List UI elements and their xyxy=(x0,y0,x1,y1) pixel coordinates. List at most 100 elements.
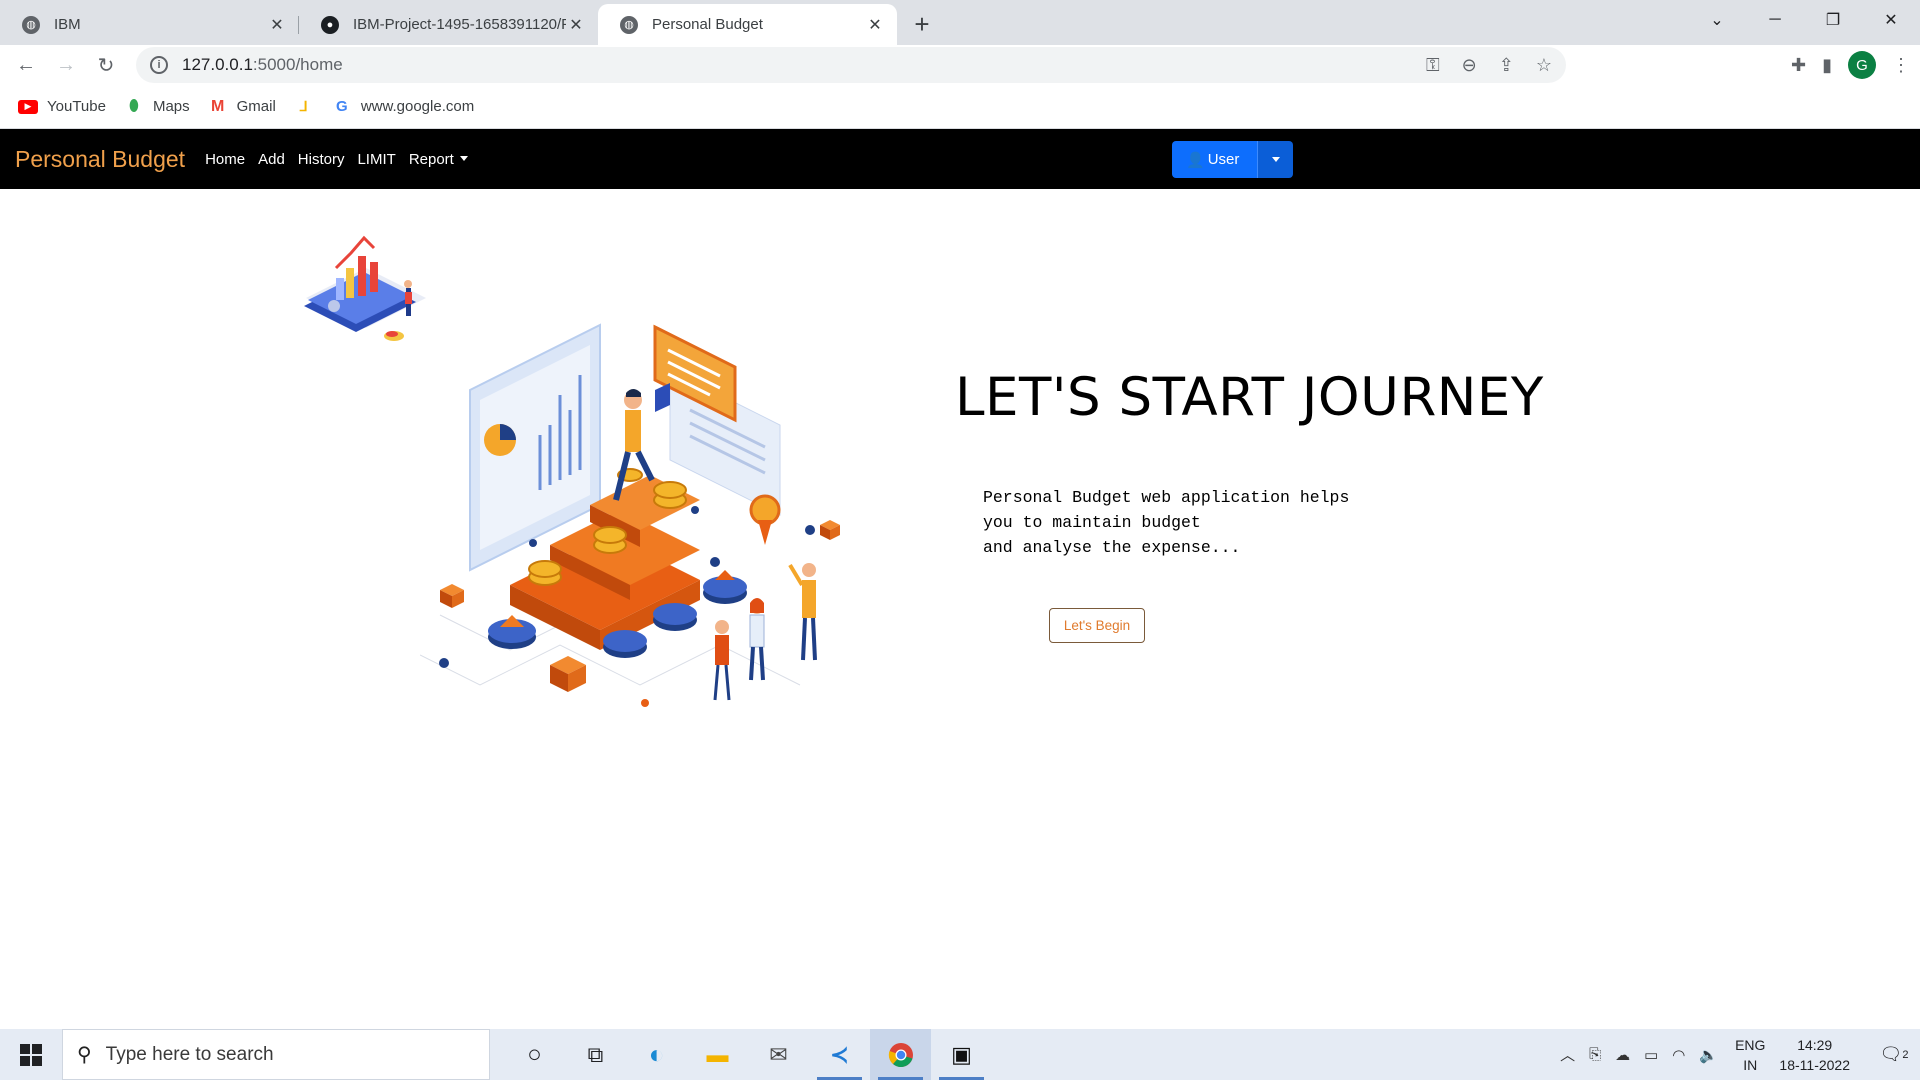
bookmark-label: www.google.com xyxy=(360,98,475,115)
terminal-icon[interactable]: ▣ xyxy=(931,1029,992,1080)
tab-strip: ◍ IBM ✕ ● IBM-Project-1495-1658391120/P … xyxy=(0,0,1920,45)
forward-button[interactable]: → xyxy=(46,47,86,83)
restore-button[interactable]: ❐ xyxy=(1804,0,1862,40)
minimize-button[interactable]: ─ xyxy=(1746,0,1804,40)
meet-icon[interactable]: ⎘ xyxy=(1589,1046,1601,1063)
nav-history[interactable]: History xyxy=(298,151,345,168)
hero-illustration xyxy=(420,323,840,707)
hero-title: LET'S START JOURNEY xyxy=(955,367,1544,428)
user-button-label: User xyxy=(1207,151,1240,168)
address-bar[interactable]: i 127.0.0.1:5000/home ⚿ ⊖ ⇪ ☆ xyxy=(136,47,1566,83)
bookmark-label: Gmail xyxy=(236,98,276,115)
menu-kebab-icon[interactable]: ⋮ xyxy=(1892,55,1910,76)
vscode-icon[interactable]: ≺ xyxy=(809,1029,870,1080)
tab-personal-budget[interactable]: ◍ Personal Budget ✕ xyxy=(598,4,897,45)
mail-icon[interactable]: ✉ xyxy=(748,1029,809,1080)
hero-line-1: Personal Budget web application helps xyxy=(983,488,1350,507)
tab-ibm[interactable]: ◍ IBM ✕ xyxy=(0,4,299,45)
tab-title: IBM-Project-1495-1658391120/P xyxy=(353,16,566,33)
side-panel-icon[interactable]: ▮ xyxy=(1822,55,1832,76)
close-tab-icon[interactable]: ✕ xyxy=(566,15,586,35)
key-icon[interactable]: ⚿ xyxy=(1426,55,1440,76)
small-chart-illustration xyxy=(304,235,426,341)
user-button-group: 👤 User xyxy=(1172,141,1294,178)
tab-title: IBM xyxy=(54,16,81,33)
google-icon: G xyxy=(335,98,348,115)
file-explorer-icon[interactable]: ▬ xyxy=(687,1029,748,1080)
close-tab-icon[interactable]: ✕ xyxy=(865,15,885,35)
taskbar-search-placeholder: Type here to search xyxy=(105,1043,274,1065)
battery-icon[interactable]: ▭ xyxy=(1644,1046,1658,1064)
reload-button[interactable]: ↻ xyxy=(86,47,126,83)
task-view-icon[interactable]: ⧉ xyxy=(565,1029,626,1080)
notification-icon[interactable]: 🗨 2 xyxy=(1874,1044,1914,1065)
user-button[interactable]: 👤 User xyxy=(1172,141,1258,178)
new-tab-button[interactable]: + xyxy=(897,4,947,45)
window-controls: ⌄ ─ ❐ ✕ xyxy=(1688,0,1920,40)
bookmark-google[interactable]: G www.google.com xyxy=(332,98,474,115)
back-button[interactable]: ← xyxy=(6,47,46,83)
extensions-icon[interactable]: ✚ xyxy=(1791,55,1806,76)
extension-area: ✚ ▮ G ⋮ xyxy=(1791,45,1910,85)
maps-icon: ⬮ xyxy=(128,97,139,115)
chrome-icon[interactable] xyxy=(870,1029,931,1080)
bookmark-youtube[interactable]: ▶ YouTube xyxy=(18,98,106,115)
avatar[interactable]: G xyxy=(1848,51,1876,79)
clock-date: 18-11-2022 xyxy=(1779,1056,1850,1073)
bookmark-app[interactable]: ⅃ xyxy=(294,98,314,114)
notification-count: 2 xyxy=(1902,1048,1909,1061)
url-host: 127.0.0.1 xyxy=(182,55,253,74)
lang-bottom: IN xyxy=(1743,1056,1758,1073)
tab-search-button[interactable]: ⌄ xyxy=(1688,0,1746,40)
url-path: :5000/home xyxy=(252,55,343,74)
clock-time: 14:29 xyxy=(1797,1036,1833,1053)
gmail-icon: M xyxy=(210,97,225,115)
browser-chrome: ◍ IBM ✕ ● IBM-Project-1495-1658391120/P … xyxy=(0,0,1920,129)
chevron-up-icon[interactable]: ︿ xyxy=(1560,1044,1575,1065)
hero-line-3: and analyse the expense... xyxy=(983,538,1241,557)
windows-taskbar: ⚲ Type here to search ○ ⧉ ◐ ▬ ✉ ≺ ▣ ︿ ⎘ … xyxy=(0,1029,1920,1080)
onedrive-icon[interactable]: ☁ xyxy=(1615,1046,1630,1064)
lets-begin-button[interactable]: Let's Begin xyxy=(1049,608,1145,643)
close-tab-icon[interactable]: ✕ xyxy=(267,15,287,35)
brand-logo[interactable]: Personal Budget xyxy=(15,146,185,173)
tab-title: Personal Budget xyxy=(652,16,763,33)
bookmark-gmail[interactable]: M Gmail xyxy=(208,97,276,116)
chrome-logo-icon xyxy=(888,1042,913,1067)
clock[interactable]: 14:29 18-11-2022 xyxy=(1779,1035,1850,1075)
cortana-icon[interactable]: ○ xyxy=(504,1029,565,1080)
taskbar-apps: ○ ⧉ ◐ ▬ ✉ ≺ ▣ xyxy=(504,1029,992,1080)
github-icon: ● xyxy=(321,15,339,34)
site-info-icon[interactable]: i xyxy=(150,56,168,74)
share-icon[interactable]: ⇪ xyxy=(1499,55,1514,76)
taskbar-search[interactable]: ⚲ Type here to search xyxy=(62,1029,490,1080)
lang-top: ENG xyxy=(1735,1036,1766,1053)
bookmark-app-icon: ⅃ xyxy=(299,98,308,114)
volume-icon[interactable]: 🔈 xyxy=(1699,1046,1718,1064)
globe-icon: ◍ xyxy=(22,15,40,34)
nav-home[interactable]: Home xyxy=(205,151,245,168)
edge-icon[interactable]: ◐ xyxy=(626,1029,687,1080)
hero-description: Personal Budget web application helps yo… xyxy=(983,485,1349,560)
bookmark-maps[interactable]: ⬮ Maps xyxy=(124,97,190,116)
nav-limit[interactable]: LIMIT xyxy=(357,151,395,168)
app-navbar: Personal Budget Home Add History LIMIT R… xyxy=(0,129,1920,189)
language-indicator[interactable]: ENG IN xyxy=(1735,1035,1765,1075)
nav-add[interactable]: Add xyxy=(258,151,285,168)
browser-toolbar: ← → ↻ i 127.0.0.1:5000/home ⚿ ⊖ ⇪ ☆ xyxy=(0,45,1920,85)
user-dropdown-toggle[interactable] xyxy=(1257,141,1294,178)
wifi-icon[interactable]: ◠ xyxy=(1672,1046,1685,1064)
start-button[interactable] xyxy=(0,1029,62,1080)
bookmark-label: Maps xyxy=(152,98,190,115)
bookmarks-bar: ▶ YouTube ⬮ Maps M Gmail ⅃ G www.google.… xyxy=(0,85,1920,129)
globe-icon: ◍ xyxy=(620,15,638,34)
search-icon: ⚲ xyxy=(77,1044,92,1066)
tab-github[interactable]: ● IBM-Project-1495-1658391120/P ✕ xyxy=(299,4,598,45)
windows-icon xyxy=(20,1043,42,1066)
system-tray: ︿ ⎘ ☁ ▭ ◠ 🔈 ENG IN 14:29 18-11-2022 🗨 2 xyxy=(1553,1029,1920,1080)
zoom-icon[interactable]: ⊖ xyxy=(1462,55,1477,76)
star-icon[interactable]: ☆ xyxy=(1536,55,1552,76)
hero-line-2: you to maintain budget xyxy=(983,513,1201,532)
close-window-button[interactable]: ✕ xyxy=(1862,0,1920,40)
nav-report-dropdown[interactable]: Report xyxy=(409,151,468,168)
